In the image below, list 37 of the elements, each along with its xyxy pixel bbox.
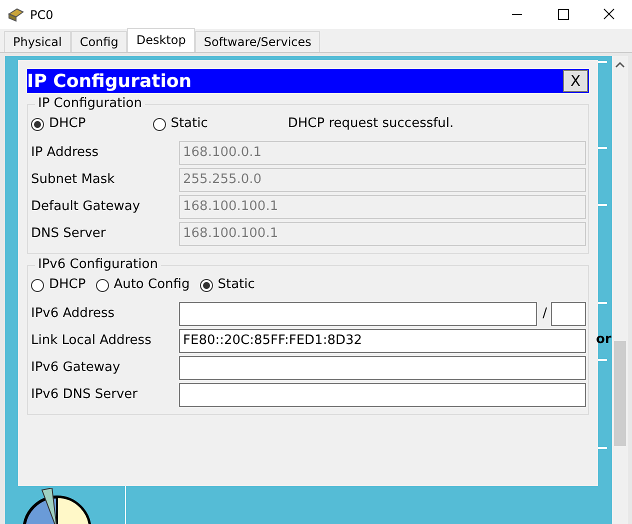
field-label: Default Gateway xyxy=(31,198,142,216)
app-icon xyxy=(8,8,24,22)
field-label: DNS Server xyxy=(31,224,107,243)
scrollbar-thumb[interactable] xyxy=(614,341,626,446)
scrollbar[interactable] xyxy=(612,56,628,524)
input-field[interactable] xyxy=(179,382,586,406)
separator-text: / xyxy=(542,304,547,323)
input-field[interactable]: FE80::20C:85FF:FED1:8D32 xyxy=(179,328,586,352)
radio-option[interactable]: DHCP xyxy=(31,275,86,295)
tab[interactable]: Software/Services xyxy=(194,31,320,52)
prefix-field[interactable] xyxy=(551,302,586,326)
tab[interactable]: Config xyxy=(70,31,128,52)
window-title: PC0 xyxy=(30,6,54,24)
field-label: IPv6 Address xyxy=(31,304,116,323)
tab[interactable]: Desktop xyxy=(127,28,195,52)
radio-option[interactable]: Auto Config xyxy=(96,275,190,295)
input-field[interactable] xyxy=(179,302,537,326)
field-label: Subnet Mask xyxy=(31,170,116,189)
field-label: IP Address xyxy=(31,144,100,162)
radio-circle[interactable] xyxy=(31,118,44,130)
radio-circle[interactable] xyxy=(152,118,166,130)
field-label: IPv6 DNS Server xyxy=(31,386,139,404)
close-button[interactable]: X xyxy=(563,70,588,92)
status-text: DHCP request successful. xyxy=(288,115,454,134)
radio-circle[interactable] xyxy=(31,278,44,292)
radio-circle[interactable] xyxy=(200,278,213,292)
radio-option[interactable]: Static xyxy=(200,275,255,295)
field-label: IPv6 Gateway xyxy=(31,358,122,377)
group-label: IPv6 Configuration xyxy=(35,257,161,273)
radio-option[interactable]: DHCP xyxy=(31,114,86,134)
group-label: IP Configuration xyxy=(35,96,145,112)
radio-option[interactable]: Static xyxy=(152,114,208,134)
field-label: Link Local Address xyxy=(31,332,152,350)
radio-circle[interactable] xyxy=(96,278,109,292)
tab[interactable]: Physical xyxy=(4,31,71,52)
dialog-title: IP Configuration xyxy=(27,70,192,94)
input-field[interactable] xyxy=(179,356,586,380)
